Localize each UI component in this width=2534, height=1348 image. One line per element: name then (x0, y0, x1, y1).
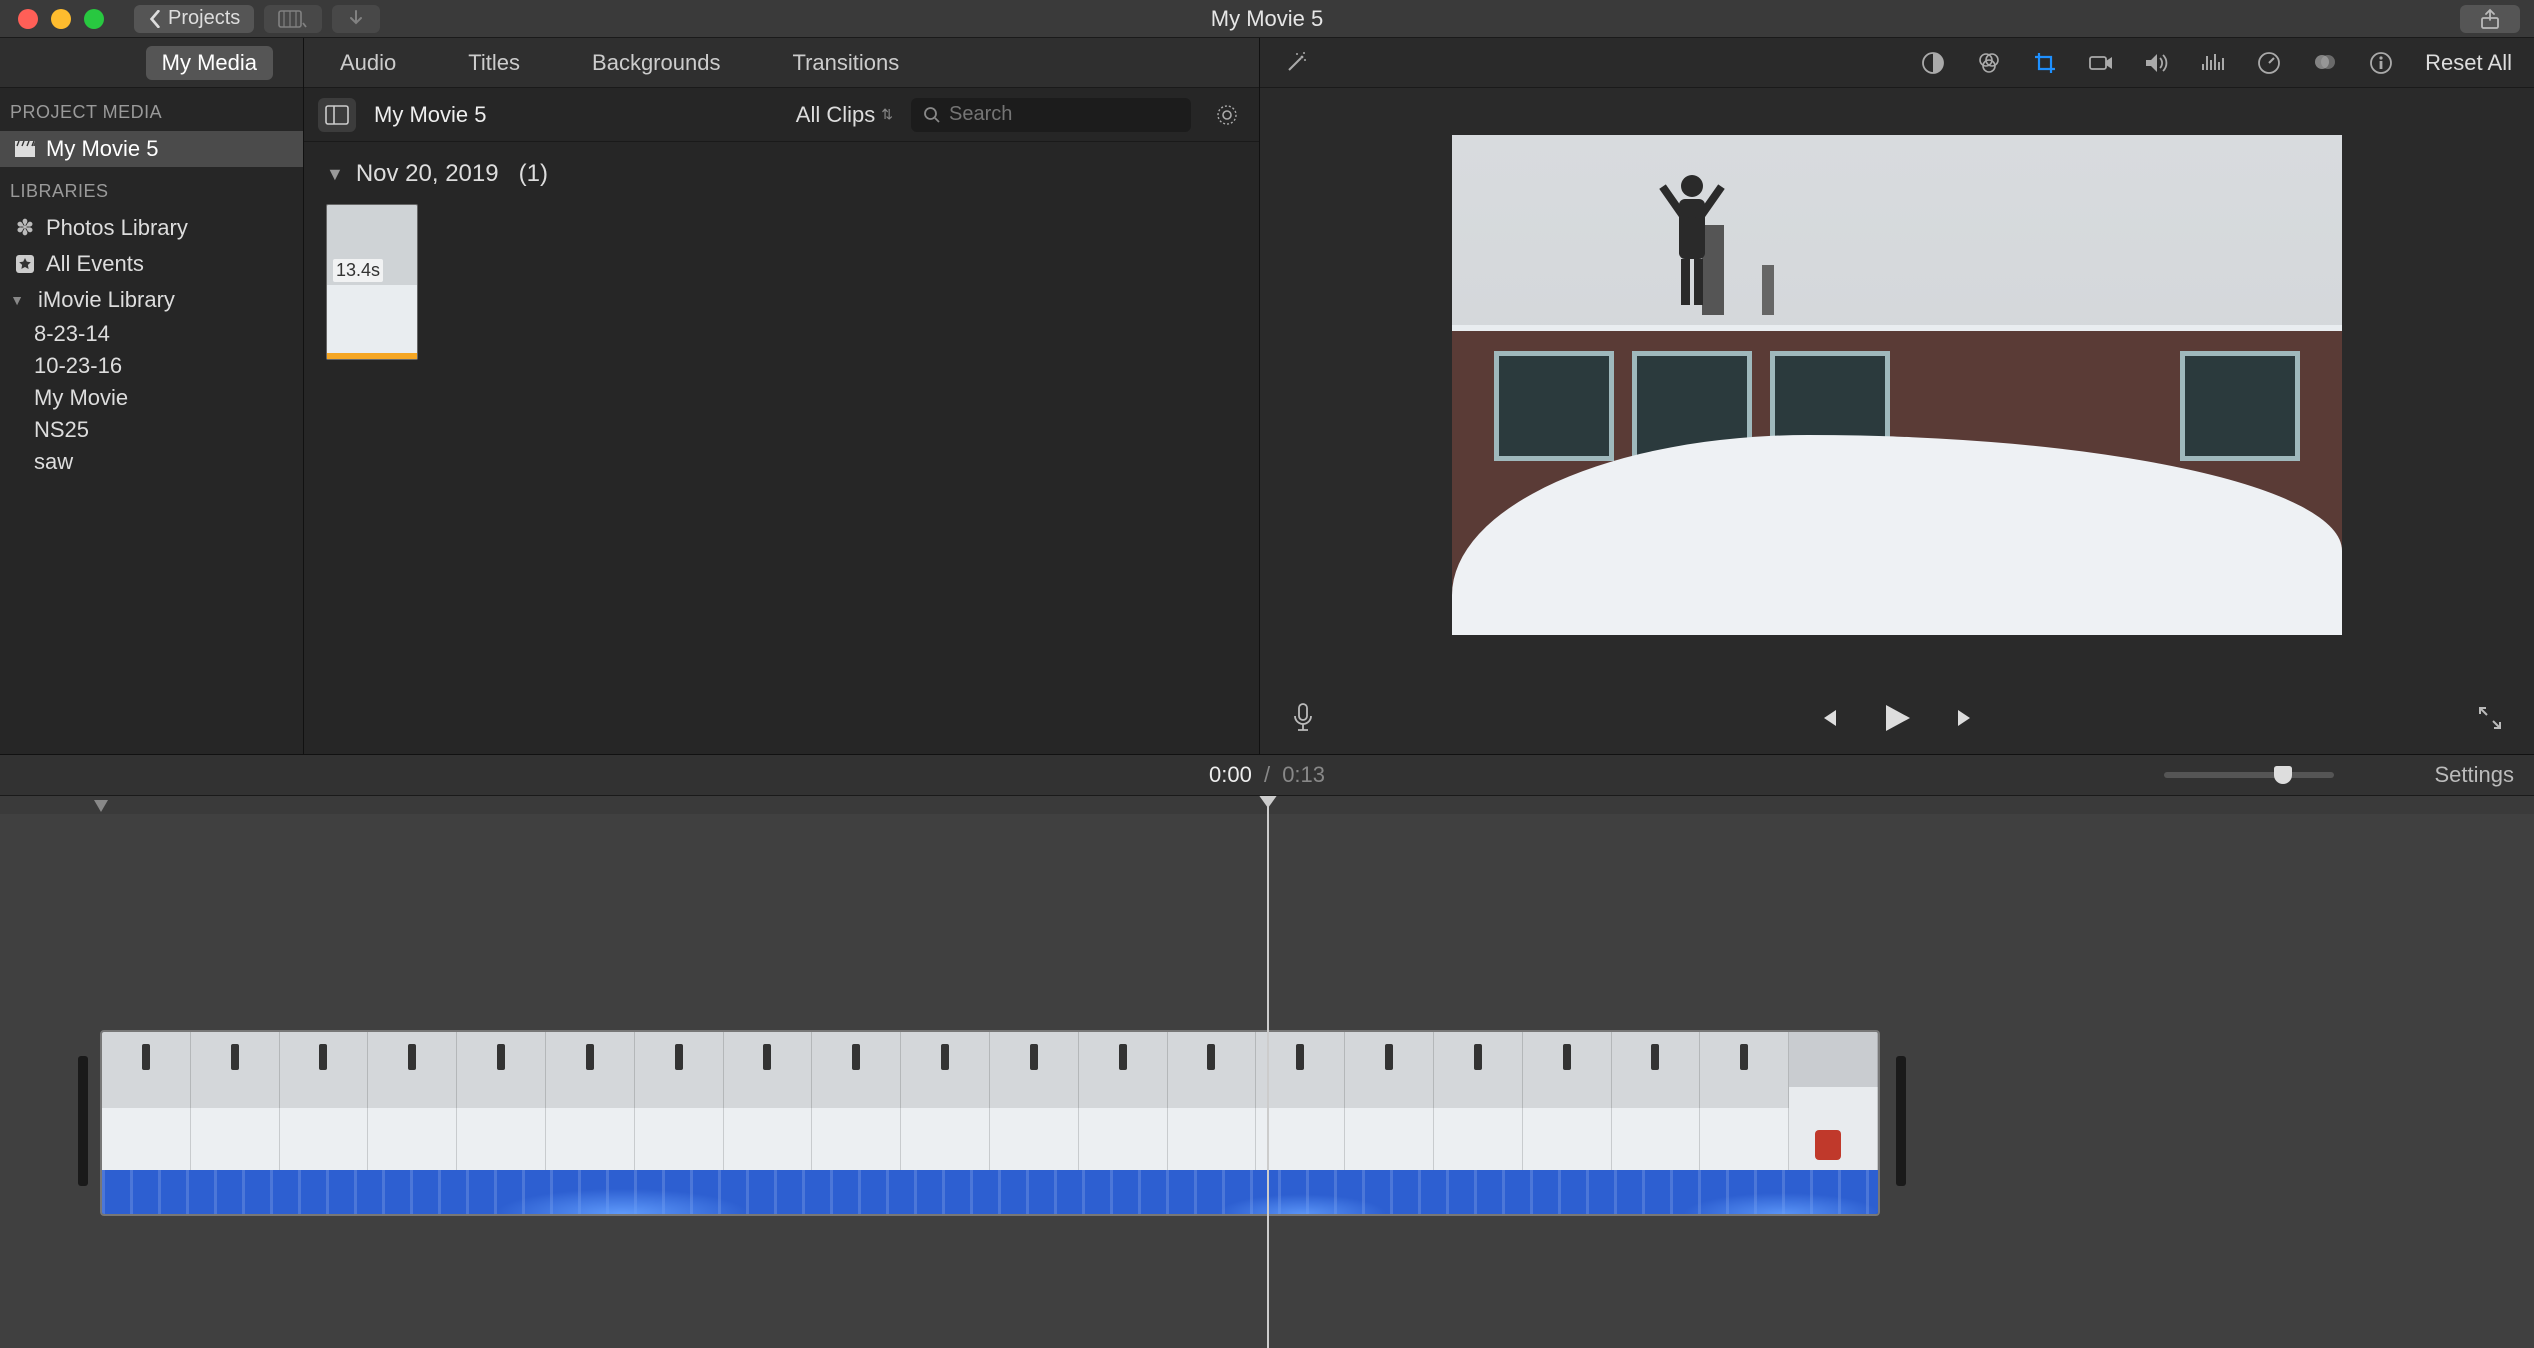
color-filter-icon[interactable] (2311, 49, 2339, 77)
tab-audio[interactable]: Audio (324, 46, 412, 80)
timeline[interactable] (0, 796, 2534, 1348)
enhance-wand-icon[interactable] (1282, 49, 1310, 77)
viewer-panel: Reset All (1260, 38, 2534, 754)
search-icon (923, 106, 941, 124)
event-header[interactable]: ▼ Nov 20, 2019 (1) (326, 160, 1237, 188)
color-balance-icon[interactable] (1919, 49, 1947, 77)
clapperboard-icon (14, 138, 36, 160)
tab-my-media[interactable]: My Media (146, 46, 273, 80)
libraries-header: LIBRARIES (0, 167, 303, 210)
chevron-down-icon: ▼ (6, 289, 28, 311)
play-button[interactable] (1880, 701, 1914, 735)
fullscreen-button[interactable] (2476, 704, 2504, 732)
media-import-button[interactable] (264, 5, 322, 33)
color-correction-icon[interactable] (1975, 49, 2003, 77)
close-window-button[interactable] (18, 9, 38, 29)
tab-titles[interactable]: Titles (452, 46, 536, 80)
total-time: 0:13 (1282, 762, 1325, 787)
timeline-clip[interactable] (100, 1030, 1880, 1216)
next-frame-button[interactable] (1954, 706, 1978, 730)
browser-settings-button[interactable] (1209, 97, 1245, 133)
browser-body: ▼ Nov 20, 2019 (1) 13.4s (304, 142, 1259, 754)
star-icon (14, 253, 36, 275)
current-time: 0:00 (1209, 762, 1252, 787)
projects-label: Projects (168, 7, 240, 30)
sidebar-tabs-spacer: My Media (0, 38, 303, 88)
viewer-body (1260, 88, 2534, 682)
prev-frame-button[interactable] (1816, 706, 1840, 730)
sidebar-event-2[interactable]: My Movie (0, 382, 303, 414)
minimize-window-button[interactable] (51, 9, 71, 29)
noise-reduction-icon[interactable] (2199, 49, 2227, 77)
clip-filmstrip (102, 1032, 1878, 1170)
viewer-toolbar: Reset All (1260, 38, 2534, 88)
maximize-window-button[interactable] (84, 9, 104, 29)
clip-audio-waveform[interactable] (102, 1170, 1878, 1214)
sidebar-event-3[interactable]: NS25 (0, 414, 303, 446)
upper-panels: My Media PROJECT MEDIA My Movie 5 LIBRAR… (0, 38, 2534, 754)
tab-backgrounds[interactable]: Backgrounds (576, 46, 736, 80)
playhead[interactable] (1267, 796, 1269, 1348)
window-controls (0, 9, 104, 29)
search-box[interactable] (911, 98, 1191, 132)
import-download-button[interactable] (332, 5, 380, 33)
sidebar-event-4[interactable]: saw (0, 446, 303, 478)
clips-filter-dropdown[interactable]: All Clips ⇅ (796, 102, 893, 128)
projects-back-button[interactable]: Projects (134, 5, 254, 33)
speed-icon[interactable] (2255, 49, 2283, 77)
timeline-settings-button[interactable]: Settings (2435, 762, 2515, 788)
crop-icon[interactable] (2031, 49, 2059, 77)
sidebar-imovie-library[interactable]: ▼ iMovie Library (0, 282, 303, 318)
disclosure-triangle-icon: ▼ (326, 164, 344, 185)
sidebar: My Media PROJECT MEDIA My Movie 5 LIBRAR… (0, 38, 304, 754)
clip-trim-handle-left[interactable] (78, 1056, 88, 1186)
timeline-header: 0:00 / 0:13 Settings (0, 754, 2534, 796)
playback-controls (1816, 701, 1978, 735)
all-events-label: All Events (46, 251, 144, 277)
project-media-header: PROJECT MEDIA (0, 88, 303, 131)
photos-library-label: Photos Library (46, 215, 188, 241)
timecode-display: 0:00 / 0:13 (1209, 762, 1325, 788)
tab-transitions[interactable]: Transitions (776, 46, 915, 80)
sidebar-event-1[interactable]: 10-23-16 (0, 350, 303, 382)
preview-canvas[interactable] (1452, 135, 2342, 635)
stabilization-icon[interactable] (2087, 49, 2115, 77)
chevron-left-icon (148, 10, 162, 28)
event-count: (1) (519, 160, 548, 188)
sidebar-project-item[interactable]: My Movie 5 (0, 131, 303, 167)
clip-duration-label: 13.4s (333, 259, 383, 282)
clip-thumbnail[interactable]: 13.4s (326, 204, 418, 360)
sidebar-photos-library[interactable]: ✽ Photos Library (0, 210, 303, 246)
clip-trim-handle-right[interactable] (1896, 1056, 1906, 1186)
flower-icon: ✽ (14, 217, 36, 239)
search-input[interactable] (949, 103, 1179, 126)
sidebar-project-label: My Movie 5 (46, 136, 158, 162)
window-title: My Movie 5 (1211, 6, 1323, 32)
clips-filter-label: All Clips (796, 102, 875, 128)
browser-header: My Movie 5 All Clips ⇅ (304, 88, 1259, 142)
zoom-slider-handle[interactable] (2274, 766, 2292, 784)
sidebar-all-events[interactable]: All Events (0, 246, 303, 282)
reset-all-button[interactable]: Reset All (2425, 50, 2512, 76)
volume-icon[interactable] (2143, 49, 2171, 77)
sidebar-toggle-button[interactable] (318, 98, 356, 132)
viewer-controls (1260, 682, 2534, 754)
updown-icon: ⇅ (881, 106, 893, 123)
info-icon[interactable] (2367, 49, 2395, 77)
browser-tabs: Audio Titles Backgrounds Transitions (304, 38, 1259, 88)
zoom-slider[interactable] (2164, 772, 2334, 778)
sidebar-event-0[interactable]: 8-23-14 (0, 318, 303, 350)
titlebar: Projects My Movie 5 (0, 0, 2534, 38)
event-date: Nov 20, 2019 (356, 160, 499, 188)
titlebar-left-buttons: Projects (134, 5, 380, 33)
imovie-library-label: iMovie Library (38, 287, 175, 313)
adjustment-icons (1919, 49, 2395, 77)
media-browser: Audio Titles Backgrounds Transitions My … (304, 38, 1260, 754)
browser-title: My Movie 5 (374, 102, 486, 128)
share-button[interactable] (2460, 5, 2520, 33)
voiceover-mic-button[interactable] (1290, 702, 1316, 734)
time-separator: / (1258, 762, 1276, 787)
